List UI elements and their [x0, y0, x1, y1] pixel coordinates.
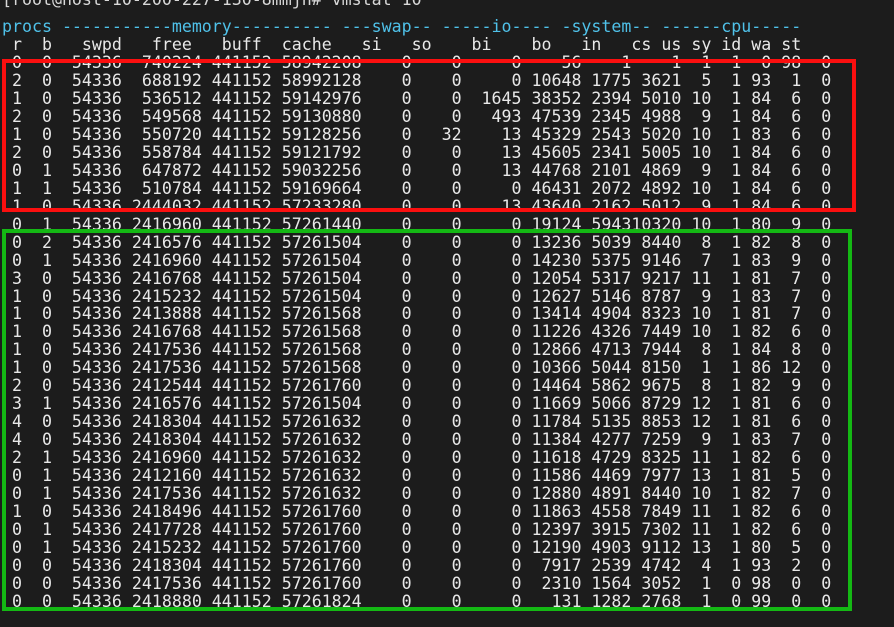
vmstat-row: 3 0 54336 2416768 441152 57261504 0 0 0 …	[2, 268, 832, 288]
vmstat-row: 1 0 54336 2413888 441152 57261568 0 0 0 …	[2, 304, 832, 324]
vmstat-row: 0 1 54336 647872 441152 59032256 0 0 13 …	[2, 160, 832, 180]
vmstat-row: 1 1 54336 510784 441152 59169664 0 0 0 4…	[2, 178, 832, 198]
vmstat-row: 1 0 54336 2417536 441152 57261568 0 0 0 …	[2, 358, 832, 378]
vmstat-row: 0 0 54336 2418304 441152 57261760 0 0 0 …	[2, 556, 832, 576]
vmstat-row: 2 1 54336 2416960 441152 57261632 0 0 0 …	[2, 448, 832, 468]
vmstat-row: 1 0 54336 2415232 441152 57261504 0 0 0 …	[2, 286, 832, 306]
vmstat-row: 2 0 54336 688192 441152 58992128 0 0 0 1…	[2, 70, 832, 90]
vmstat-group-header: procs -----------memory---------- ---swa…	[2, 16, 802, 36]
vmstat-row: 1 0 54336 2444032 441152 57233280 0 0 13…	[2, 196, 832, 216]
vmstat-row: 0 1 54336 2416960 441152 57261504 0 0 0 …	[2, 250, 832, 270]
vmstat-row: 2 0 54336 558784 441152 59121792 0 0 13 …	[2, 142, 832, 162]
vmstat-row: 0 1 54336 2416960 441152 57261440 0 0 0 …	[2, 214, 832, 234]
vmstat-row: 0 0 54336 740224 441152 58942208 0 0 0 5…	[2, 52, 832, 72]
vmstat-row: 2 0 54336 2412544 441152 57261760 0 0 0 …	[2, 376, 832, 396]
vmstat-row: 3 1 54336 2416576 441152 57261504 0 0 0 …	[2, 394, 832, 414]
shell-prompt-line: [root@host-10-200-227-130-8mmjn# vmstat …	[0, 0, 894, 9]
vmstat-row: 2 0 54336 549568 441152 59130880 0 0 493…	[2, 106, 832, 126]
vmstat-row: 1 0 54336 2416768 441152 57261568 0 0 0 …	[2, 322, 832, 342]
vmstat-row: 1 0 54336 550720 441152 59128256 0 32 13…	[2, 124, 832, 144]
vmstat-row: 1 0 54336 2417536 441152 57261568 0 0 0 …	[2, 340, 832, 360]
vmstat-row: 0 2 54336 2416576 441152 57261504 0 0 0 …	[2, 232, 832, 252]
vmstat-column-header: r b swpd free buff cache si so bi bo in …	[2, 34, 802, 54]
vmstat-row: 0 0 54336 2418880 441152 57261824 0 0 0 …	[2, 591, 832, 611]
vmstat-row: 0 1 54336 2412160 441152 57261632 0 0 0 …	[2, 466, 832, 486]
vmstat-row: 4 0 54336 2418304 441152 57261632 0 0 0 …	[2, 412, 832, 432]
vmstat-rows: 0 0 54336 740224 441152 58942208 0 0 0 5…	[0, 52, 894, 611]
vmstat-row: 1 0 54336 536512 441152 59142976 0 0 164…	[2, 88, 832, 108]
vmstat-row: 4 0 54336 2418304 441152 57261632 0 0 0 …	[2, 430, 832, 450]
vmstat-row: 0 1 54336 2417536 441152 57261632 0 0 0 …	[2, 484, 832, 504]
vmstat-row: 0 0 54336 2417536 441152 57261760 0 0 0 …	[2, 574, 832, 593]
vmstat-row: 0 1 54336 2415232 441152 57261760 0 0 0 …	[2, 538, 832, 558]
vmstat-row: 1 0 54336 2418496 441152 57261760 0 0 0 …	[2, 502, 832, 522]
vmstat-row: 0 1 54336 2417728 441152 57261760 0 0 0 …	[2, 520, 832, 540]
terminal-window[interactable]: [root@host-10-200-227-130-8mmjn# vmstat …	[0, 0, 894, 627]
